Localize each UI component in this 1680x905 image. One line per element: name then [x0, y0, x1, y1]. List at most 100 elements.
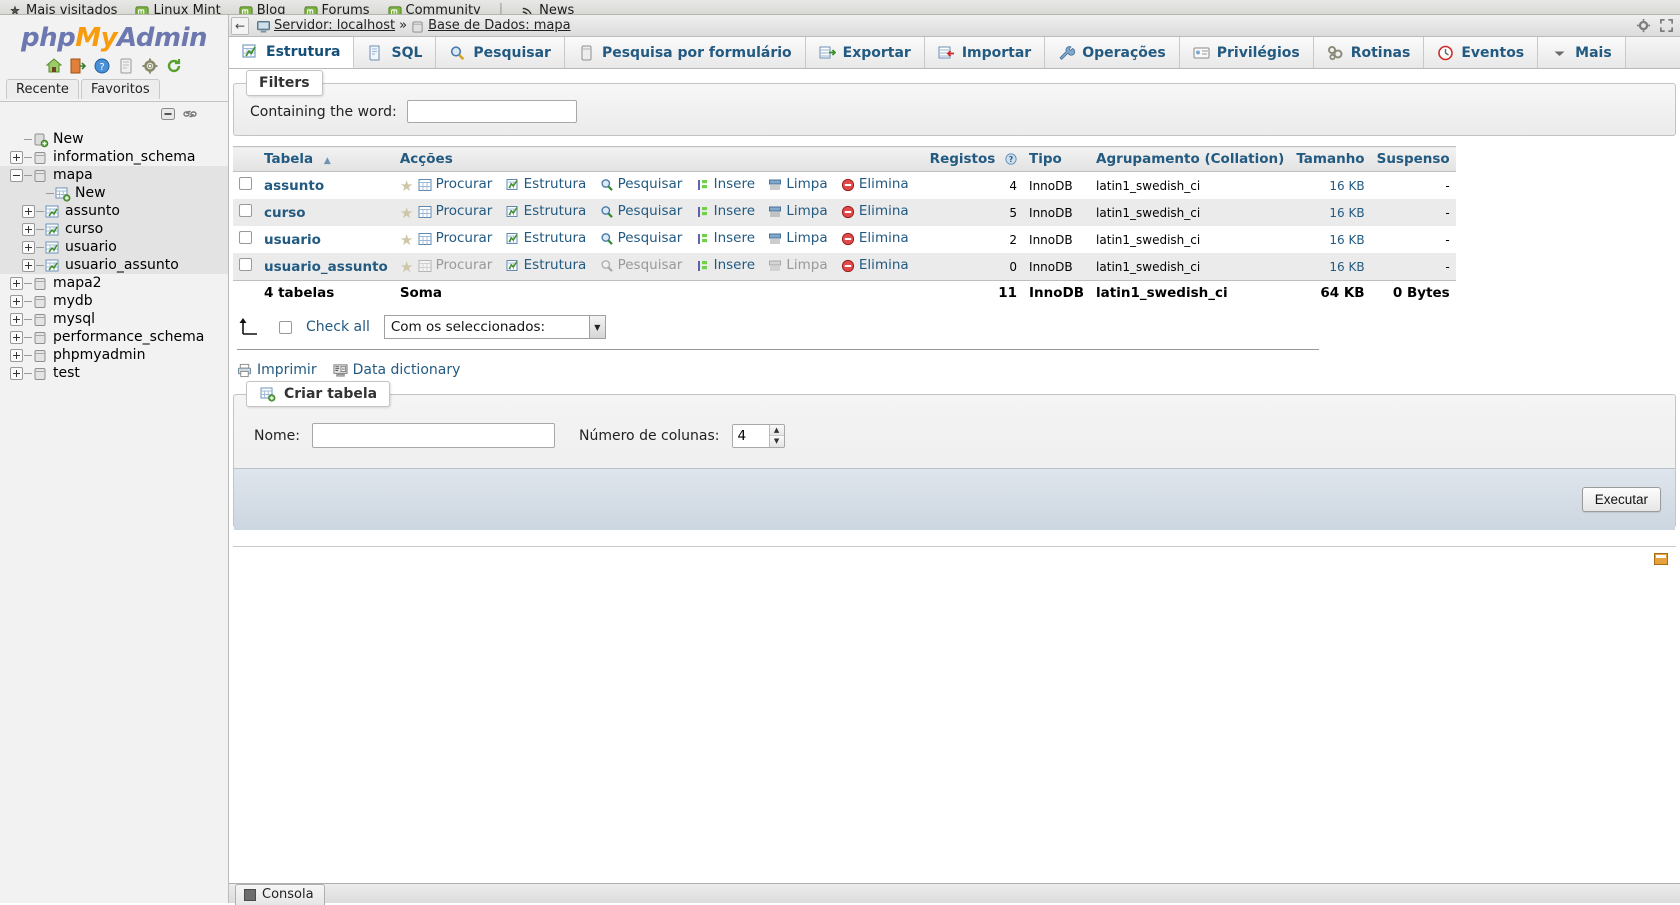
row-checkbox[interactable]: [239, 258, 252, 271]
row-checkbox[interactable]: [239, 204, 252, 217]
bookmark-item[interactable]: Forums: [304, 3, 370, 15]
column-header-tipo[interactable]: Tipo: [1023, 147, 1090, 172]
table-name-link[interactable]: usuario_assunto: [264, 259, 388, 275]
expand-icon[interactable]: [10, 367, 23, 380]
tree-item-usuario[interactable]: usuario: [0, 238, 228, 256]
stepper-up-icon[interactable]: ▲: [770, 425, 784, 437]
action-insere[interactable]: Insere: [696, 176, 755, 192]
tree-item-performance-schema[interactable]: performance_schema: [0, 328, 228, 346]
phpmyadmin-logo[interactable]: phpMyAdmin: [0, 15, 228, 55]
print-link[interactable]: Imprimir: [237, 362, 317, 378]
action-estrutura[interactable]: Estrutura: [506, 203, 587, 219]
action-elimina[interactable]: Elimina: [841, 203, 909, 219]
column-header-tabela[interactable]: Tabela ▲: [258, 147, 394, 172]
tree-item-new-database[interactable]: New: [0, 130, 228, 148]
tree-item-assunto[interactable]: assunto: [0, 202, 228, 220]
action-procurar[interactable]: Procurar: [418, 230, 493, 246]
link-with-main-panel-icon[interactable]: [182, 106, 198, 122]
expand-icon[interactable]: [10, 331, 23, 344]
row-checkbox-cell[interactable]: [233, 226, 258, 253]
action-insere[interactable]: Insere: [696, 257, 755, 273]
tab-pesquisa-por-formulario[interactable]: Pesquisa por formulário: [565, 37, 806, 68]
tab-exportar[interactable]: Exportar: [806, 37, 925, 68]
action-estrutura[interactable]: Estrutura: [506, 176, 587, 192]
expand-icon[interactable]: [22, 241, 35, 254]
bookmark-item[interactable]: Blog: [239, 3, 286, 15]
row-checkbox[interactable]: [239, 177, 252, 190]
bookmark-item[interactable]: Community: [388, 3, 481, 15]
action-procurar[interactable]: Procurar: [418, 203, 493, 219]
column-header-collation[interactable]: Agrupamento (Collation): [1090, 147, 1290, 172]
favorite-star-icon[interactable]: ★: [400, 204, 413, 222]
expand-icon[interactable]: [22, 223, 35, 236]
tab-pesquisar[interactable]: Pesquisar: [436, 37, 565, 68]
tab-privilegios[interactable]: Privilégios: [1180, 37, 1314, 68]
table-name-link[interactable]: assunto: [264, 178, 324, 194]
row-table-name-cell[interactable]: assunto: [258, 172, 394, 200]
action-insere[interactable]: Insere: [696, 203, 755, 219]
stepper-buttons[interactable]: ▲ ▼: [769, 425, 784, 447]
table-row[interactable]: usuario ★ Procurar Estrutura: [233, 226, 1456, 253]
tree-item-test[interactable]: test: [0, 364, 228, 382]
home-icon[interactable]: [45, 57, 63, 75]
settings-icon[interactable]: [1636, 18, 1651, 33]
tree-item-mapa2[interactable]: mapa2: [0, 274, 228, 292]
bookmark-item[interactable]: Linux Mint: [135, 3, 220, 15]
action-estrutura[interactable]: Estrutura: [506, 230, 587, 246]
collapse-all-icon[interactable]: [160, 106, 176, 122]
table-row[interactable]: assunto ★ Procurar Estrutura: [233, 172, 1456, 200]
breadcrumb-server-link[interactable]: Servidor: localhost: [274, 18, 395, 33]
tree-item-curso[interactable]: curso: [0, 220, 228, 238]
tab-rotinas[interactable]: Rotinas: [1314, 37, 1425, 68]
logout-icon[interactable]: [69, 57, 87, 75]
tab-operacoes[interactable]: Operações: [1045, 37, 1180, 68]
settings-icon[interactable]: [141, 57, 159, 75]
tree-item-mydb[interactable]: mydb: [0, 292, 228, 310]
tab-mais[interactable]: Mais: [1538, 37, 1626, 68]
console-toggle[interactable]: Consola: [235, 884, 325, 905]
create-table-columns-input[interactable]: [733, 425, 769, 447]
action-pesquisar[interactable]: Pesquisar: [600, 230, 683, 246]
containing-word-input[interactable]: [407, 100, 577, 123]
tab-eventos[interactable]: Eventos: [1424, 37, 1538, 68]
table-name-link[interactable]: curso: [264, 205, 306, 221]
tree-item-information-schema[interactable]: information_schema: [0, 148, 228, 166]
expand-icon[interactable]: [10, 313, 23, 326]
favorite-star-icon[interactable]: ★: [400, 177, 413, 195]
question-mark-icon[interactable]: ?: [1005, 151, 1017, 167]
row-checkbox[interactable]: [239, 231, 252, 244]
create-table-columns-stepper[interactable]: ▲ ▼: [732, 424, 785, 448]
tree-item-phpmyadmin[interactable]: phpmyadmin: [0, 346, 228, 364]
expand-icon[interactable]: [10, 295, 23, 308]
action-elimina[interactable]: Elimina: [841, 257, 909, 273]
favorite-star-icon[interactable]: ★: [400, 231, 413, 249]
favorite-star-icon[interactable]: ★: [400, 258, 413, 276]
row-table-name-cell[interactable]: usuario_assunto: [258, 253, 394, 281]
tab-recente[interactable]: Recente: [6, 79, 79, 99]
row-table-name-cell[interactable]: curso: [258, 199, 394, 226]
tab-favoritos[interactable]: Favoritos: [81, 79, 160, 99]
row-checkbox-cell[interactable]: [233, 199, 258, 226]
breadcrumb-database-link[interactable]: Base de Dados: mapa: [428, 18, 571, 33]
check-all-label[interactable]: Check all: [306, 319, 370, 335]
row-checkbox-cell[interactable]: [233, 253, 258, 281]
action-estrutura[interactable]: Estrutura: [506, 257, 587, 273]
reload-icon[interactable]: [165, 57, 183, 75]
expand-icon[interactable]: [10, 349, 23, 362]
data-dictionary-link[interactable]: Data dictionary: [333, 362, 461, 378]
expand-icon[interactable]: [22, 259, 35, 272]
action-limpa[interactable]: Limpa: [768, 203, 827, 219]
help-icon[interactable]: ?: [93, 57, 111, 75]
action-elimina[interactable]: Elimina: [841, 176, 909, 192]
expand-icon[interactable]: [10, 151, 23, 164]
stepper-down-icon[interactable]: ▼: [770, 436, 784, 447]
action-elimina[interactable]: Elimina: [841, 230, 909, 246]
chevron-down-icon[interactable]: ▼: [589, 316, 605, 338]
back-button[interactable]: ←: [231, 17, 249, 35]
action-limpa[interactable]: Limpa: [768, 176, 827, 192]
expand-icon[interactable]: [22, 205, 35, 218]
column-header-suspenso[interactable]: Suspenso: [1371, 147, 1456, 172]
tree-item-new-table[interactable]: New: [0, 184, 228, 202]
table-name-link[interactable]: usuario: [264, 232, 321, 248]
create-table-name-input[interactable]: [312, 423, 555, 448]
